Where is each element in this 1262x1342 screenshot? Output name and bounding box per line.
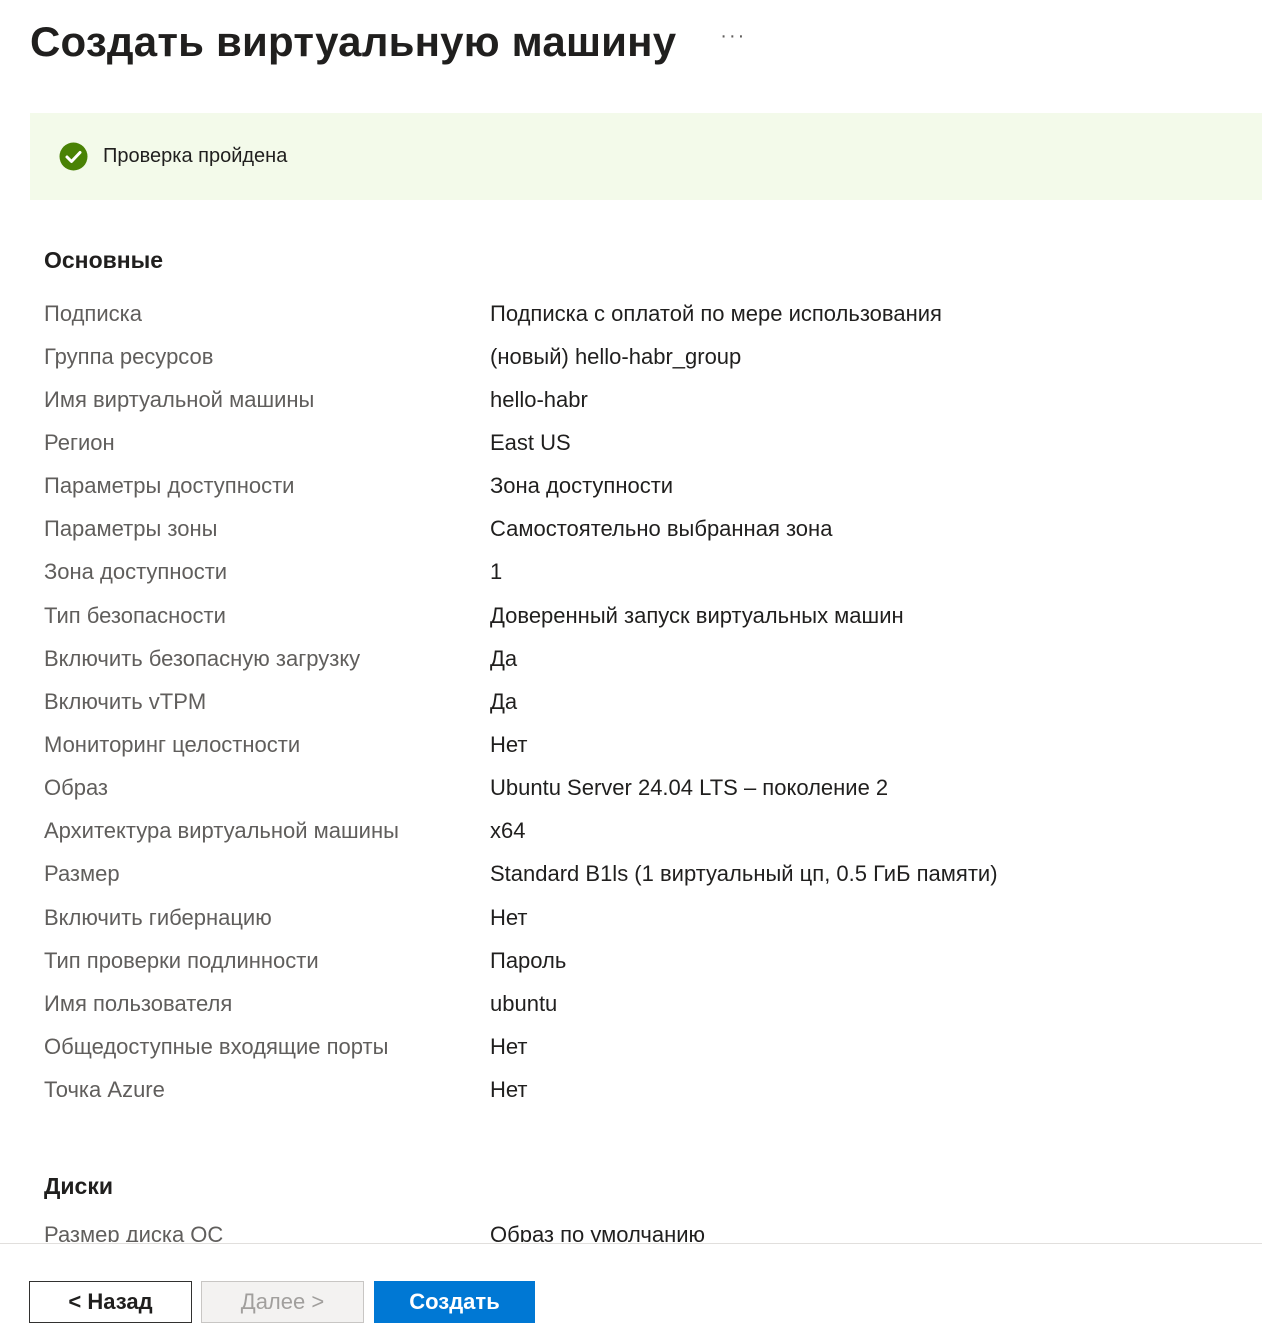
summary-row-label: Имя пользователя (44, 990, 233, 1016)
summary-row-value: Да (490, 645, 518, 671)
summary-row-value: Образ по умолчанию (490, 1222, 706, 1242)
summary-row-label: Группа ресурсов (44, 343, 214, 369)
summary-row-label: Имя виртуальной машины (44, 386, 315, 412)
summary-row: Тип проверки подлинности Пароль (44, 939, 1244, 982)
summary-row: Включить гибернацию Нет (44, 896, 1244, 939)
summary-row-value: Самостоятельно выбранная зона (490, 516, 833, 542)
disks-list: Размер диска ОС Образ по умолчанию (44, 1214, 1244, 1242)
summary-row-value: Зона доступности (490, 473, 674, 499)
summary-row-value: Да (490, 688, 518, 714)
section-title-disks: Диски (44, 1172, 113, 1199)
summary-row: Параметры доступности Зона доступности (44, 465, 1244, 508)
more-options-button[interactable]: ··· (720, 25, 746, 48)
summary-row: Образ Ubuntu Server 24.04 LTS – поколение… (44, 767, 1244, 810)
summary-row-label: Зона доступности (44, 559, 228, 585)
summary-row: Тип безопасности Доверенный запуск виртуа… (44, 594, 1244, 637)
summary-row-label: Подписка (44, 300, 142, 326)
summary-row-label: Размер (44, 861, 120, 887)
summary-row-value: (новый) hello-habr_group (490, 343, 742, 369)
summary-row-value: Подписка с оплатой по мере использования (490, 300, 942, 326)
summary-row: Включить безопасную загрузку Да (44, 637, 1244, 680)
summary-row-label: Тип безопасности (44, 602, 226, 628)
basics-list: Подписка Подписка с оплатой по мере испол… (44, 292, 1244, 1112)
back-button[interactable]: < Назад (29, 1281, 192, 1323)
summary-row: Размер диска ОС Образ по умолчанию (44, 1214, 1244, 1242)
summary-row-label: Архитектура виртуальной машины (44, 818, 399, 844)
summary-row-value: hello-habr (490, 386, 588, 412)
summary-row-value: Нет (490, 1033, 528, 1059)
summary-row-value: Нет (490, 1077, 528, 1103)
create-vm-page: Создать виртуальную машину ··· Проверка … (0, 0, 1262, 1342)
summary-row-label: Регион (44, 429, 115, 455)
summary-row-value: Пароль (490, 947, 567, 973)
create-button[interactable]: Создать (374, 1281, 535, 1323)
summary-row-label: Тип проверки подлинности (44, 947, 319, 973)
summary-row-value: x64 (490, 818, 526, 844)
page-header: Создать виртуальную машину ··· (30, 10, 746, 74)
summary-row: Имя пользователя ubuntu (44, 982, 1244, 1025)
summary-row: Имя виртуальной машины hello-habr (44, 378, 1244, 421)
summary-row-value: Нет (490, 731, 528, 757)
summary-row-label: Параметры зоны (44, 516, 218, 542)
summary-row-label: Мониторинг целостности (44, 731, 301, 757)
summary-row-label: Включить безопасную загрузку (44, 645, 361, 671)
summary-row-value: Standard B1ls (1 виртуальный цп, 0.5 ГиБ… (490, 861, 998, 887)
summary-row-label: Образ (44, 775, 109, 801)
summary-row-label: Общедоступные входящие порты (44, 1033, 389, 1059)
validation-status-text: Проверка пройдена (103, 145, 288, 167)
summary-row-label: Размер диска ОС (44, 1222, 224, 1242)
summary-row-value: Доверенный запуск виртуальных машин (490, 602, 904, 628)
summary-row: Общедоступные входящие порты Нет (44, 1025, 1244, 1068)
summary-row-value: Ubuntu Server 24.04 LTS – поколение 2 (490, 775, 889, 801)
summary-row: Зона доступности 1 (44, 551, 1244, 594)
summary-row-value: ubuntu (490, 990, 558, 1016)
summary-row: Размер Standard B1ls (1 виртуальный цп, 0… (44, 853, 1244, 896)
validation-banner: Проверка пройдена (30, 113, 1262, 200)
section-title-basics: Основные (44, 247, 164, 273)
summary-row: Включить vTPM Да (44, 680, 1244, 723)
summary-row-label: Параметры доступности (44, 473, 295, 499)
summary-row: Подписка Подписка с оплатой по мере испол… (44, 292, 1244, 335)
summary-row: Регион East US (44, 421, 1244, 464)
summary-row-label: Включить гибернацию (44, 904, 272, 930)
page-title: Создать виртуальную машину (30, 18, 677, 65)
summary-row: Архитектура виртуальной машины x64 (44, 810, 1244, 853)
summary-row-label: Точка Azure (44, 1077, 165, 1103)
summary-row-label: Включить vTPM (44, 688, 207, 714)
summary-row: Точка Azure Нет (44, 1069, 1244, 1112)
check-circle-icon (59, 142, 88, 171)
summary-row-value: Нет (490, 904, 528, 930)
next-button: Далее > (201, 1281, 364, 1323)
summary-row: Группа ресурсов (новый) hello-habr_group (44, 335, 1244, 378)
summary-row-value: 1 (490, 559, 503, 585)
footer-bar: < Назад Далее > Создать (0, 1243, 1262, 1342)
summary-row: Мониторинг целостности Нет (44, 723, 1244, 766)
summary-row-value: East US (490, 429, 571, 455)
summary-row: Параметры зоны Самостоятельно выбранная з… (44, 508, 1244, 551)
review-content[interactable]: Основные Подписка Подписка с оплатой по м… (44, 238, 1244, 1242)
